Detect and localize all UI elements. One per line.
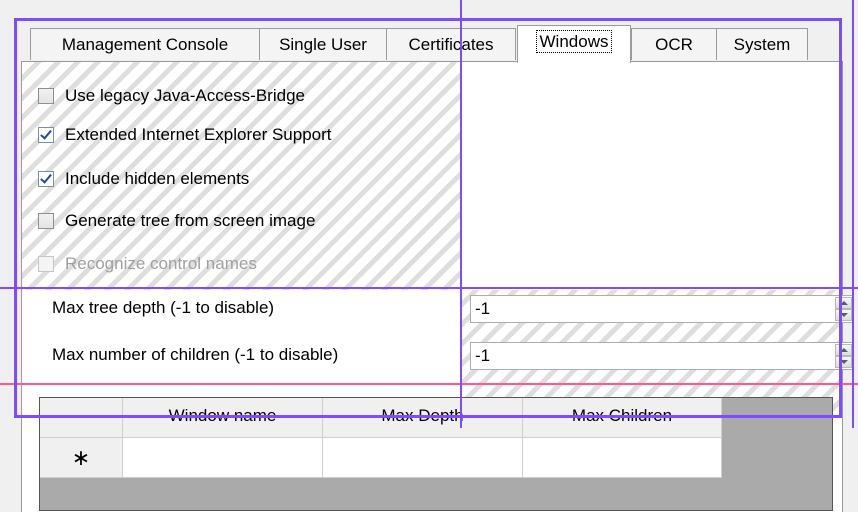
- spin-down-button[interactable]: [835, 309, 852, 321]
- checkbox[interactable]: [38, 171, 54, 187]
- checkbox[interactable]: [38, 127, 54, 143]
- option-extended-ie-support[interactable]: Extended Internet Explorer Support: [38, 122, 332, 148]
- overlay-vertical-guide: [460, 0, 462, 428]
- checkbox-label: Extended Internet Explorer Support: [65, 125, 332, 144]
- column-header-max-children[interactable]: Max Children: [523, 398, 722, 438]
- overlay-horizontal-guide: [0, 287, 858, 289]
- grid-cell-max-children[interactable]: [523, 438, 722, 478]
- spinner-buttons: [835, 297, 852, 321]
- tab-ocr[interactable]: OCR: [631, 28, 717, 60]
- new-row-marker: ∗: [40, 438, 123, 478]
- grid-new-row[interactable]: ∗: [40, 438, 722, 478]
- option-generate-tree-from-screen-image[interactable]: Generate tree from screen image: [38, 208, 315, 234]
- max-tree-depth-input[interactable]: [475, 299, 815, 319]
- spinner-buttons: [835, 344, 852, 368]
- tab-system[interactable]: System: [716, 28, 808, 60]
- max-children-spinner[interactable]: [470, 342, 854, 370]
- column-header-max-depth[interactable]: Max Depth: [323, 398, 523, 438]
- spin-down-button[interactable]: [835, 356, 852, 368]
- overlay-vertical-guide-right: [852, 0, 854, 428]
- grid-corner-header: [40, 398, 123, 438]
- checkbox[interactable]: [38, 213, 54, 229]
- spin-up-button[interactable]: [835, 297, 852, 309]
- max-children-input[interactable]: [475, 346, 815, 366]
- tab-single-user[interactable]: Single User: [259, 28, 387, 60]
- column-header-window-name[interactable]: Window name: [123, 398, 323, 438]
- checkbox-label: Recognize control names: [65, 254, 257, 273]
- tab-management-console[interactable]: Management Console: [30, 28, 260, 60]
- option-recognize-control-names: Recognize control names: [38, 251, 257, 277]
- checkbox-label: Generate tree from screen image: [65, 211, 316, 230]
- spin-up-button[interactable]: [835, 344, 852, 356]
- grid-cell-max-depth[interactable]: [323, 438, 523, 478]
- overlay-box-right: [839, 18, 842, 418]
- option-include-hidden-elements[interactable]: Include hidden elements: [38, 166, 249, 192]
- option-use-legacy-java-access-bridge[interactable]: Use legacy Java-Access-Bridge: [38, 83, 305, 109]
- checkbox-label: Include hidden elements: [65, 169, 250, 188]
- checkbox: [38, 256, 54, 272]
- overlay-box-left: [14, 18, 17, 418]
- overlay-horizontal-guide-red: [0, 383, 858, 385]
- overlay-box-bottom: [14, 415, 842, 418]
- grid-header-row: Window name Max Depth Max Children: [40, 398, 722, 438]
- grid-cell-window-name[interactable]: [123, 438, 323, 478]
- max-children-label: Max number of children (-1 to disable): [52, 345, 339, 364]
- checkbox-label: Use legacy Java-Access-Bridge: [65, 86, 305, 105]
- checkbox[interactable]: [38, 88, 54, 104]
- tab-windows[interactable]: Windows: [517, 25, 631, 63]
- tab-certificates[interactable]: Certificates: [386, 28, 516, 60]
- max-tree-depth-label: Max tree depth (-1 to disable): [52, 298, 275, 317]
- settings-window: Management Console Single User Certifica…: [0, 0, 858, 512]
- max-tree-depth-spinner[interactable]: [470, 295, 854, 323]
- overlay-box-top: [14, 18, 842, 21]
